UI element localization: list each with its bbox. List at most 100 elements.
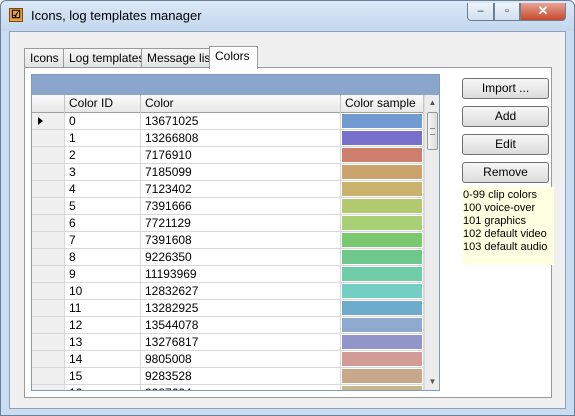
color-sample-cell[interactable]: [341, 249, 424, 265]
table-row[interactable]: 7 7391608: [32, 232, 424, 249]
table-row[interactable]: 6 7721129: [32, 215, 424, 232]
row-header[interactable]: [32, 283, 65, 299]
color-id-cell[interactable]: 15: [65, 368, 141, 384]
color-value-cell[interactable]: 11193969: [141, 266, 341, 282]
color-id-cell[interactable]: 7: [65, 232, 141, 248]
color-value-cell[interactable]: 9226350: [141, 249, 341, 265]
color-sample-cell[interactable]: [341, 232, 424, 248]
row-header[interactable]: [32, 215, 65, 231]
color-sample-cell[interactable]: [341, 113, 424, 129]
table-row[interactable]: 2 7176910: [32, 147, 424, 164]
row-header[interactable]: [32, 300, 65, 316]
remove-button[interactable]: Remove: [462, 162, 549, 183]
color-value-cell[interactable]: 13266808: [141, 130, 341, 146]
color-sample-cell[interactable]: [341, 130, 424, 146]
color-value-cell[interactable]: 13282925: [141, 300, 341, 316]
table-row[interactable]: 169287624: [32, 385, 424, 390]
color-sample-cell[interactable]: [341, 317, 424, 333]
color-id-cell[interactable]: 14: [65, 351, 141, 367]
add-button[interactable]: Add: [462, 106, 549, 127]
color-value-cell[interactable]: 7185099: [141, 164, 341, 180]
close-button[interactable]: ✕: [520, 3, 566, 21]
row-header[interactable]: [32, 181, 65, 197]
table-row[interactable]: 5 7391666: [32, 198, 424, 215]
row-header[interactable]: [32, 113, 65, 129]
row-header[interactable]: [32, 130, 65, 146]
row-header[interactable]: [32, 164, 65, 180]
table-row[interactable]: 8 9226350: [32, 249, 424, 266]
color-id-cell[interactable]: 2: [65, 147, 141, 163]
color-id-cell[interactable]: 6: [65, 215, 141, 231]
table-row[interactable]: 11 13282925: [32, 300, 424, 317]
tab-message-list[interactable]: Message list: [141, 48, 214, 68]
color-sample-cell[interactable]: [341, 334, 424, 350]
row-header[interactable]: [32, 198, 65, 214]
color-value-cell[interactable]: 13671025: [141, 113, 341, 129]
table-row[interactable]: 10 12832627: [32, 283, 424, 300]
table-row[interactable]: 1 13266808: [32, 130, 424, 147]
column-header-color[interactable]: Color: [141, 95, 341, 113]
maximize-button[interactable]: ▫: [494, 3, 520, 21]
vertical-scrollbar[interactable]: ▲ ▼: [424, 95, 439, 390]
color-value-cell[interactable]: 12832627: [141, 283, 341, 299]
color-id-cell[interactable]: 9: [65, 266, 141, 282]
color-id-cell[interactable]: 1: [65, 130, 141, 146]
color-value-cell[interactable]: 7721129: [141, 215, 341, 231]
color-sample-cell[interactable]: [341, 283, 424, 299]
table-row[interactable]: 13 13276817: [32, 334, 424, 351]
color-sample-cell[interactable]: [341, 198, 424, 214]
tab-colors[interactable]: Colors: [209, 46, 258, 69]
table-row[interactable]: 14 9805008: [32, 351, 424, 368]
color-value-cell[interactable]: 7176910: [141, 147, 341, 163]
color-id-cell[interactable]: 13: [65, 334, 141, 350]
color-sample-cell[interactable]: [341, 351, 424, 367]
color-value-cell[interactable]: 9287624: [141, 385, 341, 390]
title-bar[interactable]: ☑ Icons, log templates manager – ▫ ✕: [1, 1, 574, 31]
color-id-cell[interactable]: 12: [65, 317, 141, 333]
column-header-color-id[interactable]: Color ID: [65, 95, 141, 113]
color-sample-cell[interactable]: [341, 300, 424, 316]
row-header[interactable]: [32, 147, 65, 163]
scroll-up-arrow-icon[interactable]: ▲: [425, 95, 439, 111]
color-sample-cell[interactable]: [341, 368, 424, 384]
table-row[interactable]: 15 9283528: [32, 368, 424, 385]
tab-log-templates[interactable]: Log templates: [63, 48, 144, 68]
row-header[interactable]: [32, 351, 65, 367]
row-header[interactable]: [32, 334, 65, 350]
color-sample-cell[interactable]: [341, 385, 424, 390]
table-row[interactable]: 0 13671025: [32, 113, 424, 130]
color-value-cell[interactable]: 13544078: [141, 317, 341, 333]
color-sample-cell[interactable]: [341, 266, 424, 282]
row-header[interactable]: [32, 385, 65, 390]
import-button[interactable]: Import ...: [462, 78, 549, 99]
color-value-cell[interactable]: 13276817: [141, 334, 341, 350]
row-header[interactable]: [32, 232, 65, 248]
minimize-button[interactable]: –: [467, 3, 494, 21]
color-sample-cell[interactable]: [341, 164, 424, 180]
color-id-cell[interactable]: 3: [65, 164, 141, 180]
color-id-cell[interactable]: 11: [65, 300, 141, 316]
column-header-color-sample[interactable]: Color sample: [341, 95, 424, 113]
color-id-cell[interactable]: 0: [65, 113, 141, 129]
row-header[interactable]: [32, 368, 65, 384]
row-header[interactable]: [32, 249, 65, 265]
edit-button[interactable]: Edit: [462, 134, 549, 155]
color-id-cell[interactable]: 4: [65, 181, 141, 197]
row-header[interactable]: [32, 317, 65, 333]
color-value-cell[interactable]: 9805008: [141, 351, 341, 367]
color-value-cell[interactable]: 7391608: [141, 232, 341, 248]
table-row[interactable]: 4 7123402: [32, 181, 424, 198]
color-sample-cell[interactable]: [341, 215, 424, 231]
color-sample-cell[interactable]: [341, 147, 424, 163]
table-row[interactable]: 12 13544078: [32, 317, 424, 334]
tab-icons[interactable]: Icons: [24, 48, 64, 68]
color-sample-cell[interactable]: [341, 181, 424, 197]
color-value-cell[interactable]: 7391666: [141, 198, 341, 214]
scroll-down-arrow-icon[interactable]: ▼: [425, 374, 439, 390]
color-id-cell[interactable]: 8: [65, 249, 141, 265]
row-header[interactable]: [32, 266, 65, 282]
table-row[interactable]: 9 11193969: [32, 266, 424, 283]
color-value-cell[interactable]: 7123402: [141, 181, 341, 197]
table-row[interactable]: 3 7185099: [32, 164, 424, 181]
color-id-cell[interactable]: 10: [65, 283, 141, 299]
